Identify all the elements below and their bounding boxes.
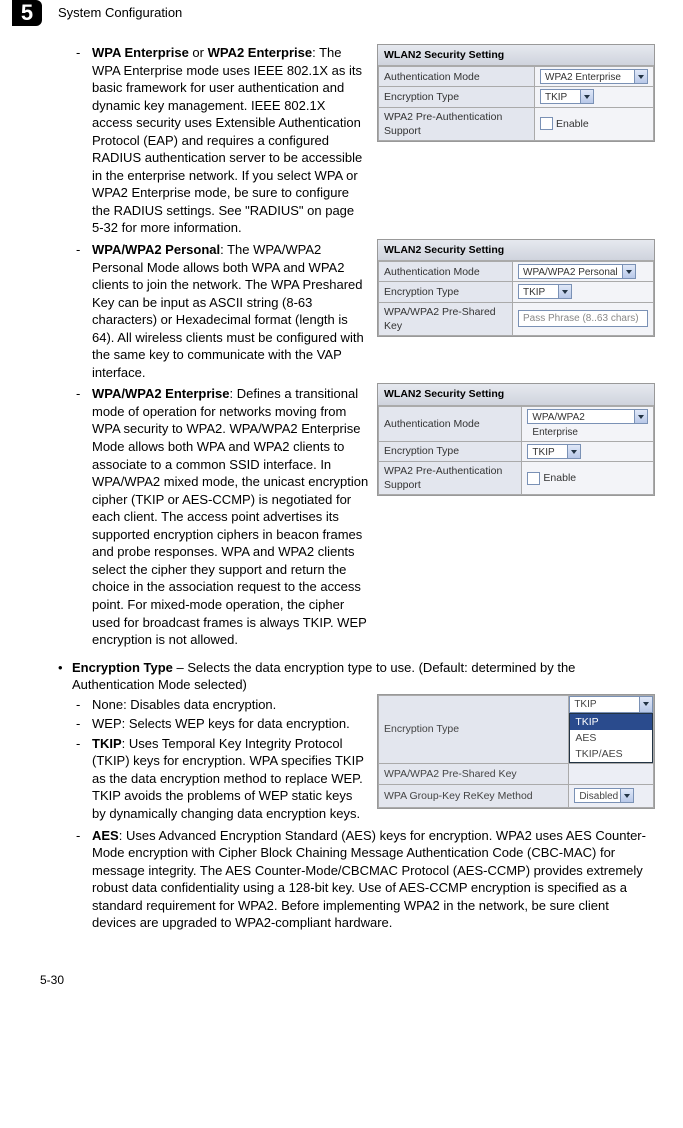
list-item: - WPA/WPA2 Personal: The WPA/WPA2 Person…	[58, 241, 369, 381]
preauth-checkbox[interactable]	[540, 117, 553, 130]
list-item: - AES: Uses Advanced Encryption Standard…	[58, 827, 655, 932]
group-rekey-label: WPA Group-Key ReKey Method	[379, 785, 569, 807]
option-tkip[interactable]: TKIP	[570, 714, 652, 730]
encryption-type-select[interactable]: TKIP	[518, 284, 572, 299]
encryption-type-select[interactable]: TKIP	[540, 89, 594, 104]
list-item: - WEP: Selects WEP keys for data encrypt…	[58, 715, 369, 733]
encryption-type-label: Encryption Type	[379, 441, 522, 461]
wpa-mixed-enterprise-heading: WPA/WPA2 Enterprise	[92, 386, 229, 401]
auth-mode-select[interactable]: WPA2 Enterprise	[540, 69, 648, 84]
encryption-type-dropdown-panel: Encryption Type TKIP TKIP AES TKIP/AES	[377, 694, 655, 809]
psk-label: WPA/WPA2 Pre-Shared Key	[379, 764, 569, 785]
page-title: System Configuration	[58, 4, 182, 22]
auth-mode-select[interactable]: WPA/WPA2 Enterprise	[527, 409, 648, 424]
auth-mode-label: Authentication Mode	[379, 67, 535, 87]
list-item: - WPA Enterprise or WPA2 Enterprise: The…	[58, 44, 369, 237]
wlan2-panel-mixed-enterprise: WLAN2 Security Setting Authentication Mo…	[377, 383, 655, 496]
aes-heading: AES	[92, 828, 119, 843]
panel-title: WLAN2 Security Setting	[378, 240, 654, 261]
preauth-text: Enable	[543, 472, 576, 484]
preauth-checkbox[interactable]	[527, 472, 540, 485]
preauth-label: WPA2 Pre-Authentication Support	[379, 107, 535, 140]
wep-text: WEP: Selects WEP keys for data encryptio…	[92, 715, 369, 733]
tkip-text: : Uses Temporal Key Integrity Protocol (…	[92, 736, 364, 821]
wlan2-panel-personal: WLAN2 Security Setting Authentication Mo…	[377, 239, 655, 337]
wpa2-enterprise-heading: WPA2 Enterprise	[208, 45, 313, 60]
encryption-type-select[interactable]: TKIP	[527, 444, 581, 459]
option-aes[interactable]: AES	[570, 730, 652, 746]
wpa-personal-text: : The WPA/WPA2 Personal Mode allows both…	[92, 242, 364, 380]
encryption-type-label: Encryption Type	[379, 282, 513, 302]
list-item: - None: Disables data encryption.	[58, 696, 369, 714]
encryption-type-label: Encryption Type	[379, 695, 569, 764]
psk-input[interactable]: Pass Phrase (8..63 chars)	[518, 310, 648, 327]
wlan2-panel-wpa2-enterprise: WLAN2 Security Setting Authentication Mo…	[377, 44, 655, 142]
encryption-type-select[interactable]: TKIP	[569, 696, 653, 713]
wpa-enterprise-heading: WPA Enterprise	[92, 45, 189, 60]
panel-title: WLAN2 Security Setting	[378, 384, 654, 405]
chapter-number-badge: 5	[12, 0, 42, 26]
auth-mode-label: Authentication Mode	[379, 262, 513, 282]
list-item: - TKIP: Uses Temporal Key Integrity Prot…	[58, 735, 369, 823]
aes-text: : Uses Advanced Encryption Standard (AES…	[92, 828, 646, 931]
preauth-label: WPA2 Pre-Authentication Support	[379, 461, 522, 494]
auth-mode-select[interactable]: WPA/WPA2 Personal	[518, 264, 636, 279]
none-text: None: Disables data encryption.	[92, 696, 369, 714]
page-number: 5-30	[40, 972, 655, 988]
group-rekey-select[interactable]: Disabled	[574, 788, 634, 803]
encryption-type-heading: Encryption Type	[72, 660, 173, 675]
wpa-mixed-enterprise-text: : Defines a transitional mode of operati…	[92, 386, 368, 647]
option-tkip-aes[interactable]: TKIP/AES	[570, 746, 652, 762]
psk-label: WPA/WPA2 Pre-Shared Key	[379, 302, 513, 335]
list-item: - WPA/WPA2 Enterprise: Defines a transit…	[58, 385, 369, 648]
page-header: 5 System Configuration	[12, 0, 655, 26]
preauth-text: Enable	[556, 118, 589, 130]
panel-title: WLAN2 Security Setting	[378, 45, 654, 66]
wpa-personal-heading: WPA/WPA2 Personal	[92, 242, 220, 257]
list-item: • Encryption Type – Selects the data enc…	[58, 659, 655, 694]
encryption-options-list[interactable]: TKIP AES TKIP/AES	[569, 713, 653, 764]
auth-mode-label: Authentication Mode	[379, 406, 522, 441]
encryption-type-label: Encryption Type	[379, 87, 535, 107]
wpa-enterprise-text: : The WPA Enterprise mode uses IEEE 802.…	[92, 45, 362, 235]
tkip-heading: TKIP	[92, 736, 122, 751]
